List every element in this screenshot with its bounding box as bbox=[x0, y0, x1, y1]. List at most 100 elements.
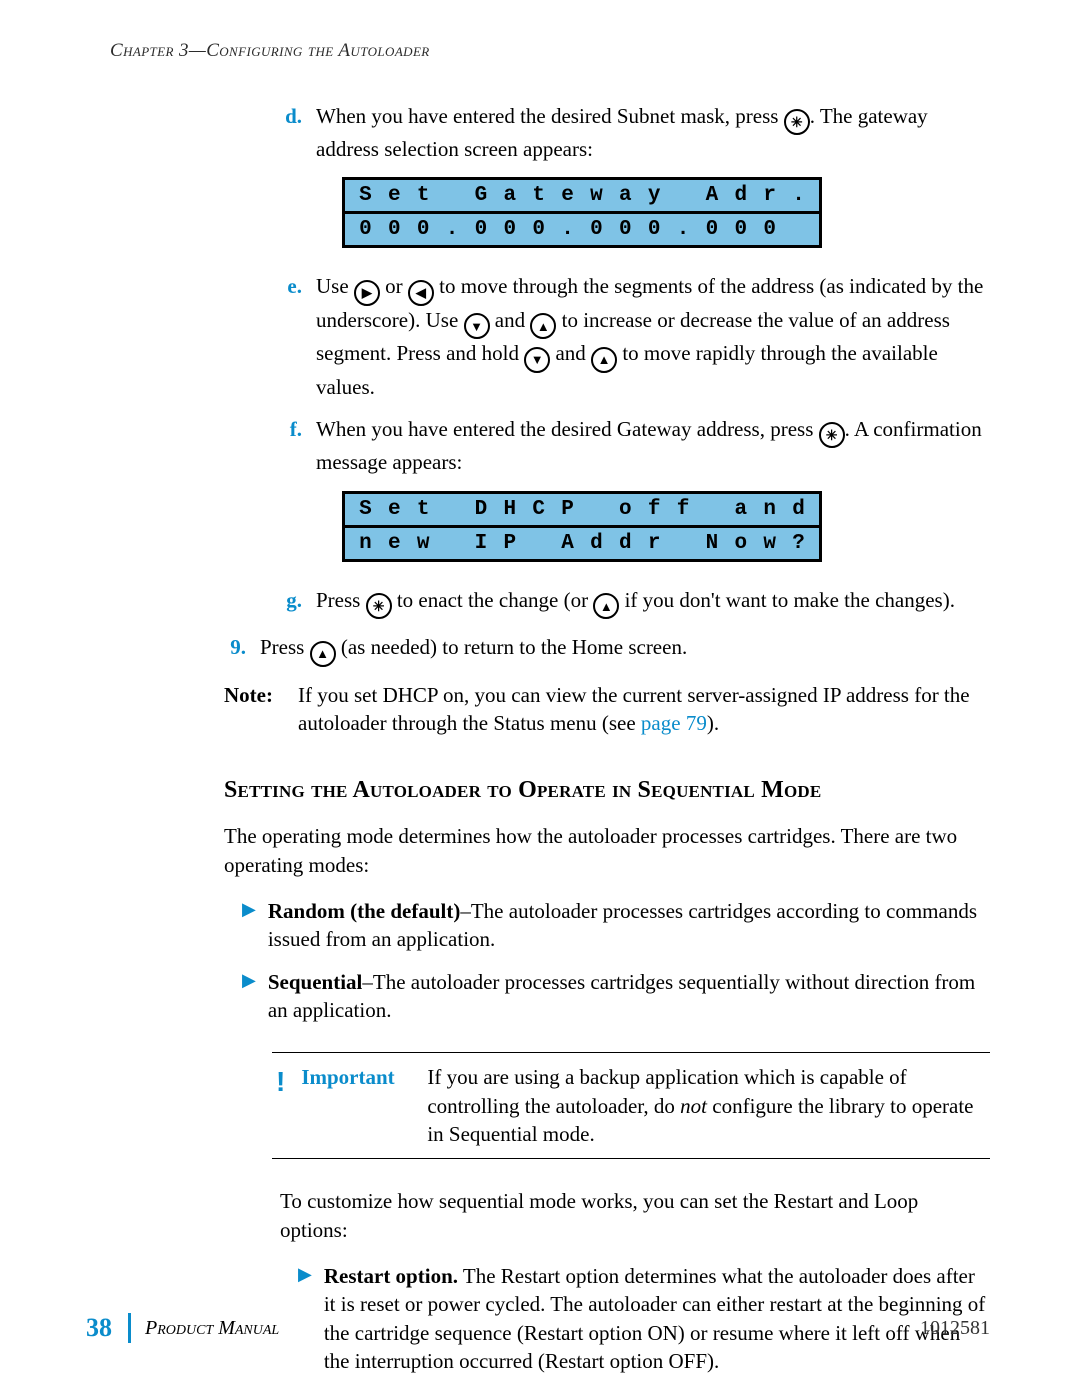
section-intro: The operating mode determines how the au… bbox=[224, 822, 990, 879]
lcd-cell: f bbox=[640, 498, 669, 521]
lcd-display-dhcp: Set DHCP off and new IP Addr Now? bbox=[342, 491, 822, 562]
execute-icon bbox=[819, 422, 845, 448]
lcd-cell: N bbox=[698, 532, 727, 555]
lcd-cell: A bbox=[698, 184, 727, 207]
step-text: When you have entered the desired Subnet… bbox=[316, 102, 990, 163]
lcd-cell: 0 bbox=[467, 218, 496, 241]
lcd-cell bbox=[669, 532, 698, 555]
lcd-row: Set Gateway Adr. bbox=[342, 177, 822, 214]
lcd-cell: a bbox=[495, 184, 524, 207]
page-footer: 38 Product Manual 1012581 bbox=[86, 1313, 990, 1343]
lcd-cell: a bbox=[611, 184, 640, 207]
important-note: ! Important If you are using a backup ap… bbox=[272, 1052, 990, 1159]
up-arrow-icon: ▲ bbox=[310, 641, 336, 667]
lcd-cell: P bbox=[553, 498, 582, 521]
lcd-cell: H bbox=[495, 498, 524, 521]
outer-steps: 9. Press ▲ (as needed) to return to the … bbox=[224, 633, 990, 737]
lcd-cell: S bbox=[351, 498, 380, 521]
lcd-cell: e bbox=[380, 532, 409, 555]
lcd-cell: G bbox=[467, 184, 496, 207]
step-label: f. bbox=[280, 415, 302, 476]
lcd-cell bbox=[438, 498, 467, 521]
running-header: Chapter 3—Configuring the Autoloader bbox=[110, 40, 990, 62]
lcd-cell: 0 bbox=[351, 218, 380, 241]
lcd-cell: e bbox=[553, 184, 582, 207]
lcd-cell: 0 bbox=[640, 218, 669, 241]
lcd-cell: . bbox=[784, 184, 813, 207]
right-arrow-icon: ▶ bbox=[354, 280, 380, 306]
lcd-cell: t bbox=[409, 184, 438, 207]
lcd-cell: o bbox=[726, 532, 755, 555]
important-label: Important bbox=[301, 1063, 411, 1148]
lcd-cell bbox=[582, 498, 611, 521]
bullet-random: ▶ Random (the default)–The autoloader pr… bbox=[242, 897, 990, 954]
step-f: f. When you have entered the desired Gat… bbox=[280, 415, 990, 476]
lcd-cell: y bbox=[640, 184, 669, 207]
manual-title: Product Manual bbox=[145, 1317, 920, 1340]
lcd-cell: 0 bbox=[495, 218, 524, 241]
step-g: g. Press to enact the change (or ▲ if yo… bbox=[280, 586, 990, 620]
step-label: g. bbox=[280, 586, 302, 620]
note-label: Note: bbox=[224, 681, 284, 738]
step-e: e. Use ▶ or ◀ to move through the segmen… bbox=[280, 272, 990, 401]
lcd-cell: w bbox=[409, 532, 438, 555]
lcd-cell bbox=[438, 184, 467, 207]
up-arrow-icon: ▲ bbox=[530, 313, 556, 339]
important-icon: ! bbox=[276, 1063, 285, 1148]
lcd-cell: 0 bbox=[582, 218, 611, 241]
body-content: d. When you have entered the desired Sub… bbox=[280, 102, 990, 619]
bullet-arrow-icon: ▶ bbox=[242, 897, 256, 954]
lcd-cell: t bbox=[524, 184, 553, 207]
lcd-cell: S bbox=[351, 184, 380, 207]
lcd-cell: r bbox=[640, 532, 669, 555]
lcd-cell bbox=[698, 498, 727, 521]
up-arrow-icon: ▲ bbox=[591, 347, 617, 373]
step-text: Press ▲ (as needed) to return to the Hom… bbox=[260, 633, 990, 667]
lcd-cell: 0 bbox=[409, 218, 438, 241]
lcd-row: new IP Addr Now? bbox=[342, 528, 822, 562]
lcd-cell: . bbox=[553, 218, 582, 241]
lcd-row: Set DHCP off and bbox=[342, 491, 822, 528]
up-arrow-icon: ▲ bbox=[593, 593, 619, 619]
lcd-cell: A bbox=[553, 532, 582, 555]
lcd-cell: C bbox=[524, 498, 553, 521]
footer-divider bbox=[128, 1313, 131, 1343]
execute-icon bbox=[784, 109, 810, 135]
lcd-display-gateway: Set Gateway Adr. 000.000.000.000 bbox=[342, 177, 822, 248]
down-arrow-icon: ▼ bbox=[524, 347, 550, 373]
step-label: d. bbox=[280, 102, 302, 163]
lcd-cell: 0 bbox=[698, 218, 727, 241]
lcd-cell: n bbox=[351, 532, 380, 555]
important-text: If you are using a backup application wh… bbox=[427, 1063, 986, 1148]
execute-icon bbox=[366, 593, 392, 619]
lcd-cell: f bbox=[669, 498, 698, 521]
lcd-cell: o bbox=[611, 498, 640, 521]
lcd-cell: r bbox=[755, 184, 784, 207]
lcd-cell: 0 bbox=[726, 218, 755, 241]
lcd-cell: d bbox=[611, 532, 640, 555]
lcd-cell: . bbox=[438, 218, 467, 241]
lcd-cell: d bbox=[784, 498, 813, 521]
lcd-cell: e bbox=[380, 184, 409, 207]
lcd-cell: P bbox=[495, 532, 524, 555]
bullet-arrow-icon: ▶ bbox=[242, 968, 256, 1025]
lcd-cell bbox=[784, 218, 813, 241]
lcd-cell bbox=[669, 184, 698, 207]
customize-para: To customize how sequential mode works, … bbox=[280, 1187, 990, 1244]
post-important: To customize how sequential mode works, … bbox=[280, 1187, 990, 1375]
page-link[interactable]: page 79 bbox=[641, 711, 707, 735]
lcd-cell: 0 bbox=[524, 218, 553, 241]
section-title: Setting the Autoloader to Operate in Seq… bbox=[224, 777, 990, 804]
lcd-cell: w bbox=[582, 184, 611, 207]
lcd-cell bbox=[438, 532, 467, 555]
note: Note: If you set DHCP on, you can view t… bbox=[224, 681, 990, 738]
lcd-cell: D bbox=[467, 498, 496, 521]
step-text: When you have entered the desired Gatewa… bbox=[316, 415, 990, 476]
lcd-cell: n bbox=[755, 498, 784, 521]
down-arrow-icon: ▼ bbox=[464, 313, 490, 339]
page-number: 38 bbox=[86, 1313, 112, 1343]
step-text: Use ▶ or ◀ to move through the segments … bbox=[316, 272, 990, 401]
lcd-cell: ? bbox=[784, 532, 813, 555]
lcd-row: 000.000.000.000 bbox=[342, 214, 822, 248]
step-label: 9. bbox=[224, 633, 246, 667]
